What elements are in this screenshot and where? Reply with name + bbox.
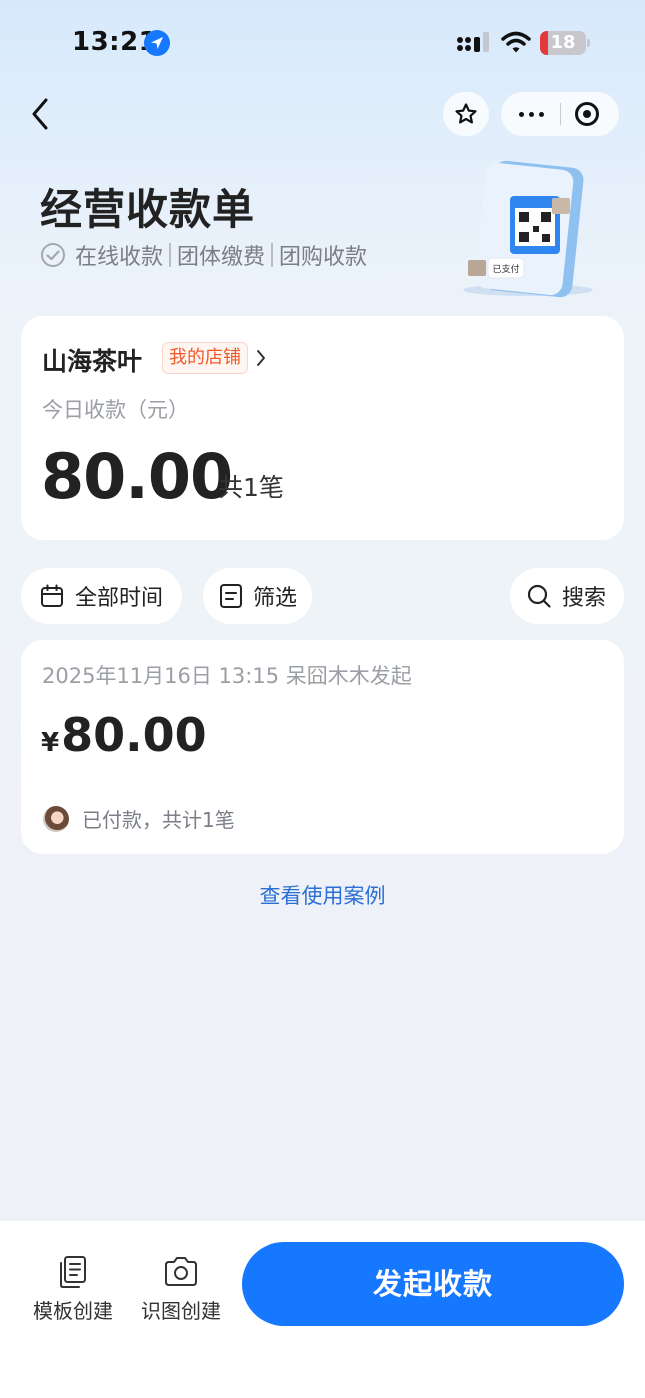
wifi-icon [501,31,531,53]
today-income-label: 今日收款（元） [42,398,189,422]
record-date-initiator: 2025年11月16日 13:15 呆囧木木发起 [42,664,412,688]
feature-list: 在线收款 团体缴费 团购收款 [40,240,367,270]
filter-list-icon [220,584,242,608]
image-recognition-create-label: 识图创建 [141,1299,221,1323]
shop-name[interactable]: 山海茶叶 [42,342,142,378]
page-title: 经营收款单 [40,185,256,234]
check-circle-icon [41,243,65,267]
camera-icon [165,1257,197,1286]
today-transaction-count: 共1笔 [218,473,284,502]
phone-qr-illustration: 已支付 [463,160,593,298]
filter-label: 筛选 [253,586,298,611]
status-bar: 13:21 18 [0,0,645,86]
document-copy-icon [60,1256,86,1288]
close-mini-program-button[interactable] [561,92,619,136]
chevron-right-icon[interactable] [255,348,267,368]
payment-record-card[interactable]: 2025年11月16日 13:15 呆囧木木发起 ¥ 80.00 已付款，共计1… [21,640,624,854]
currency-symbol: ¥ [41,728,60,758]
mini-program-capsule [501,92,619,136]
feature-group-payment: 团体缴费 [177,245,266,270]
time-range-filter[interactable]: 全部时间 [21,568,182,624]
view-use-cases-link[interactable]: 查看使用案例 [0,880,645,910]
battery-icon: 18 [540,31,590,55]
back-button[interactable] [22,92,62,136]
search-icon [527,584,551,608]
favorite-button[interactable] [443,92,489,136]
more-button[interactable] [501,92,561,136]
star-icon [455,103,477,124]
cellular-signal-icon [457,32,489,52]
today-income-amount: 80.00 [41,440,233,513]
search-label: 搜索 [562,586,607,611]
illustration-paid-tag: 已支付 [492,263,519,275]
calendar-icon [41,584,63,607]
time-range-label: 全部时间 [75,586,164,611]
feature-group-buy: 团购收款 [279,245,368,270]
search-button[interactable]: 搜索 [510,568,624,624]
start-collection-button[interactable]: 发起收款 [242,1242,624,1326]
shop-summary-card: 山海茶叶 我的店铺 今日收款（元） 80.00 共1笔 [21,316,624,540]
bottom-action-bar: 模板创建 识图创建 发起收款 [0,1221,645,1398]
image-recognition-create-button[interactable]: 识图创建 [133,1255,229,1324]
filter-button[interactable]: 筛选 [203,568,312,624]
location-arrow-icon [144,30,170,56]
feature-online-collect: 在线收款 [75,245,164,270]
record-amount-value: 80.00 [61,708,207,762]
template-create-button[interactable]: 模板创建 [25,1255,121,1324]
template-create-label: 模板创建 [33,1299,113,1323]
record-payment-status: 已付款，共计1笔 [82,808,235,832]
avatar [43,806,69,832]
battery-level-text: 18 [550,32,576,53]
record-amount: ¥ 80.00 [41,708,207,768]
chevron-left-icon [32,98,48,130]
my-store-tag[interactable]: 我的店铺 [162,342,248,374]
